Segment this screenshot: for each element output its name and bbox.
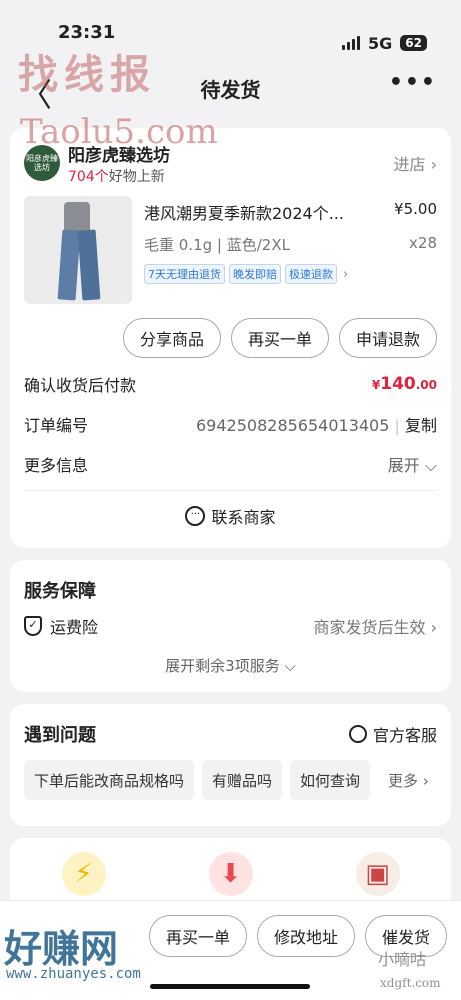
- back-icon[interactable]: 〈: [20, 70, 52, 116]
- official-support-label: 官方客服: [372, 726, 437, 745]
- issues-header: 遇到问题 官方客服: [10, 704, 451, 750]
- signal-icon: [342, 36, 361, 50]
- promo-item[interactable]: ⬇: [171, 852, 291, 896]
- shop-new-count: 704个: [68, 168, 109, 185]
- shop-name[interactable]: 阳彦虎臻选坊: [68, 141, 394, 166]
- chevron-right-icon[interactable]: ›: [343, 267, 348, 282]
- service-card: 服务保障 ✓ 运费险 商家发货后生效 › 展开剩余3项服务 ⌵: [10, 560, 451, 692]
- headset-icon: [348, 725, 367, 743]
- service-title: 服务保障: [24, 581, 96, 602]
- product-spec: 毛重 0.1g | 蓝色/2XL: [144, 236, 290, 254]
- product-price: ¥5.00: [394, 200, 437, 218]
- faq-chip[interactable]: 下单后能改商品规格吗: [24, 760, 195, 800]
- status-indicators: 5G 62: [342, 22, 427, 64]
- enter-shop-link[interactable]: 进店 ›: [394, 151, 438, 175]
- expand-toggle[interactable]: 展开 ⌵: [388, 452, 437, 476]
- official-support-link[interactable]: 官方客服: [348, 722, 437, 746]
- order-actions: 分享商品 再买一单 申请退款: [10, 304, 451, 358]
- more-info-label: 更多信息: [24, 456, 89, 475]
- contact-seller-label: 联系商家: [211, 508, 276, 527]
- shop-new-label: 好物上新: [108, 168, 165, 185]
- navbar: 〈 待发货 •••: [0, 64, 461, 114]
- down-arrow-icon: ⬇: [208, 852, 253, 896]
- order-number: 6942508285654013405: [196, 416, 390, 435]
- service-tags[interactable]: 7天无理由退货 晚发即赔 极速退款 ›: [144, 264, 437, 284]
- product-row[interactable]: 港风潮男夏季新款2024个... ¥5.00 毛重 0.1g | 蓝色/2XL …: [10, 184, 451, 304]
- payment-label: 确认收货后付款: [24, 376, 137, 395]
- shield-icon: ✓: [24, 616, 42, 636]
- battery-icon: 62: [400, 35, 427, 51]
- service-item-value: 商家发货后生效 ›: [313, 618, 438, 637]
- faq-chips: 下单后能改商品规格吗 有赠品吗 如何查询 更多 ›: [10, 750, 451, 800]
- status-bar: 23:31 5G 62: [0, 0, 461, 64]
- change-address-button[interactable]: 修改地址: [256, 915, 355, 957]
- promo-item[interactable]: ⚡: [24, 852, 144, 896]
- contact-seller-button[interactable]: ··· 联系商家: [10, 491, 451, 541]
- network-label: 5G: [368, 33, 393, 53]
- copy-button[interactable]: 复制: [405, 416, 437, 435]
- payment-amount: ¥140.00: [372, 374, 437, 394]
- status-time: 23:31: [58, 22, 116, 43]
- faq-chip[interactable]: 有赠品吗: [202, 760, 283, 800]
- product-icon: ▣: [355, 852, 400, 896]
- page-title: 待发货: [200, 77, 261, 102]
- faq-more[interactable]: 更多 ›: [378, 760, 439, 800]
- more-icon[interactable]: •••: [389, 70, 437, 95]
- payment-dec: .00: [415, 378, 437, 392]
- issues-title: 遇到问题: [24, 725, 96, 746]
- chat-icon: ···: [185, 506, 206, 526]
- product-title[interactable]: 港风潮男夏季新款2024个...: [144, 200, 369, 224]
- lightning-icon: ⚡: [61, 852, 106, 896]
- share-button[interactable]: 分享商品: [122, 318, 221, 358]
- rebuy-button[interactable]: 再买一单: [230, 318, 329, 358]
- faq-chip[interactable]: 如何查询: [290, 760, 371, 800]
- home-indicator: [150, 984, 310, 989]
- payment-row: 确认收货后付款 ¥140.00: [10, 364, 451, 404]
- payment-symbol: ¥: [371, 378, 381, 392]
- order-number-label: 订单编号: [24, 416, 89, 435]
- issues-card: 遇到问题 官方客服 下单后能改商品规格吗 有赠品吗 如何查询 更多 ›: [10, 704, 451, 826]
- product-image[interactable]: [24, 196, 132, 304]
- service-item-label: 运费险: [50, 618, 99, 637]
- expand-services[interactable]: 展开剩余3项服务 ⌵: [10, 646, 451, 686]
- tag-return: 7天无理由退货: [144, 264, 225, 284]
- order-card: 阳彦虎臻选坊 阳彦虎臻选坊 704个好物上新 进店 › 港风潮男夏季新款2024…: [10, 128, 451, 548]
- payment-int: 140: [380, 374, 416, 394]
- order-number-row: 订单编号 6942508285654013405 | 复制: [10, 404, 451, 444]
- urge-shipping-button[interactable]: 催发货: [364, 915, 447, 957]
- shop-row[interactable]: 阳彦虎臻选坊 阳彦虎臻选坊 704个好物上新 进店 ›: [10, 128, 451, 185]
- rebuy-bottom-button[interactable]: 再买一单: [148, 915, 247, 957]
- tag-late-comp: 晚发即赔: [229, 264, 281, 284]
- shipping-insurance-row[interactable]: ✓ 运费险 商家发货后生效 ›: [10, 606, 451, 646]
- shop-logo: 阳彦虎臻选坊: [24, 145, 60, 181]
- product-qty: x28: [409, 234, 437, 252]
- tag-fast-refund: 极速退款: [285, 264, 337, 284]
- more-info-row[interactable]: 更多信息 展开 ⌵: [10, 444, 451, 484]
- refund-button[interactable]: 申请退款: [338, 318, 437, 358]
- promo-item[interactable]: ▣: [318, 852, 438, 896]
